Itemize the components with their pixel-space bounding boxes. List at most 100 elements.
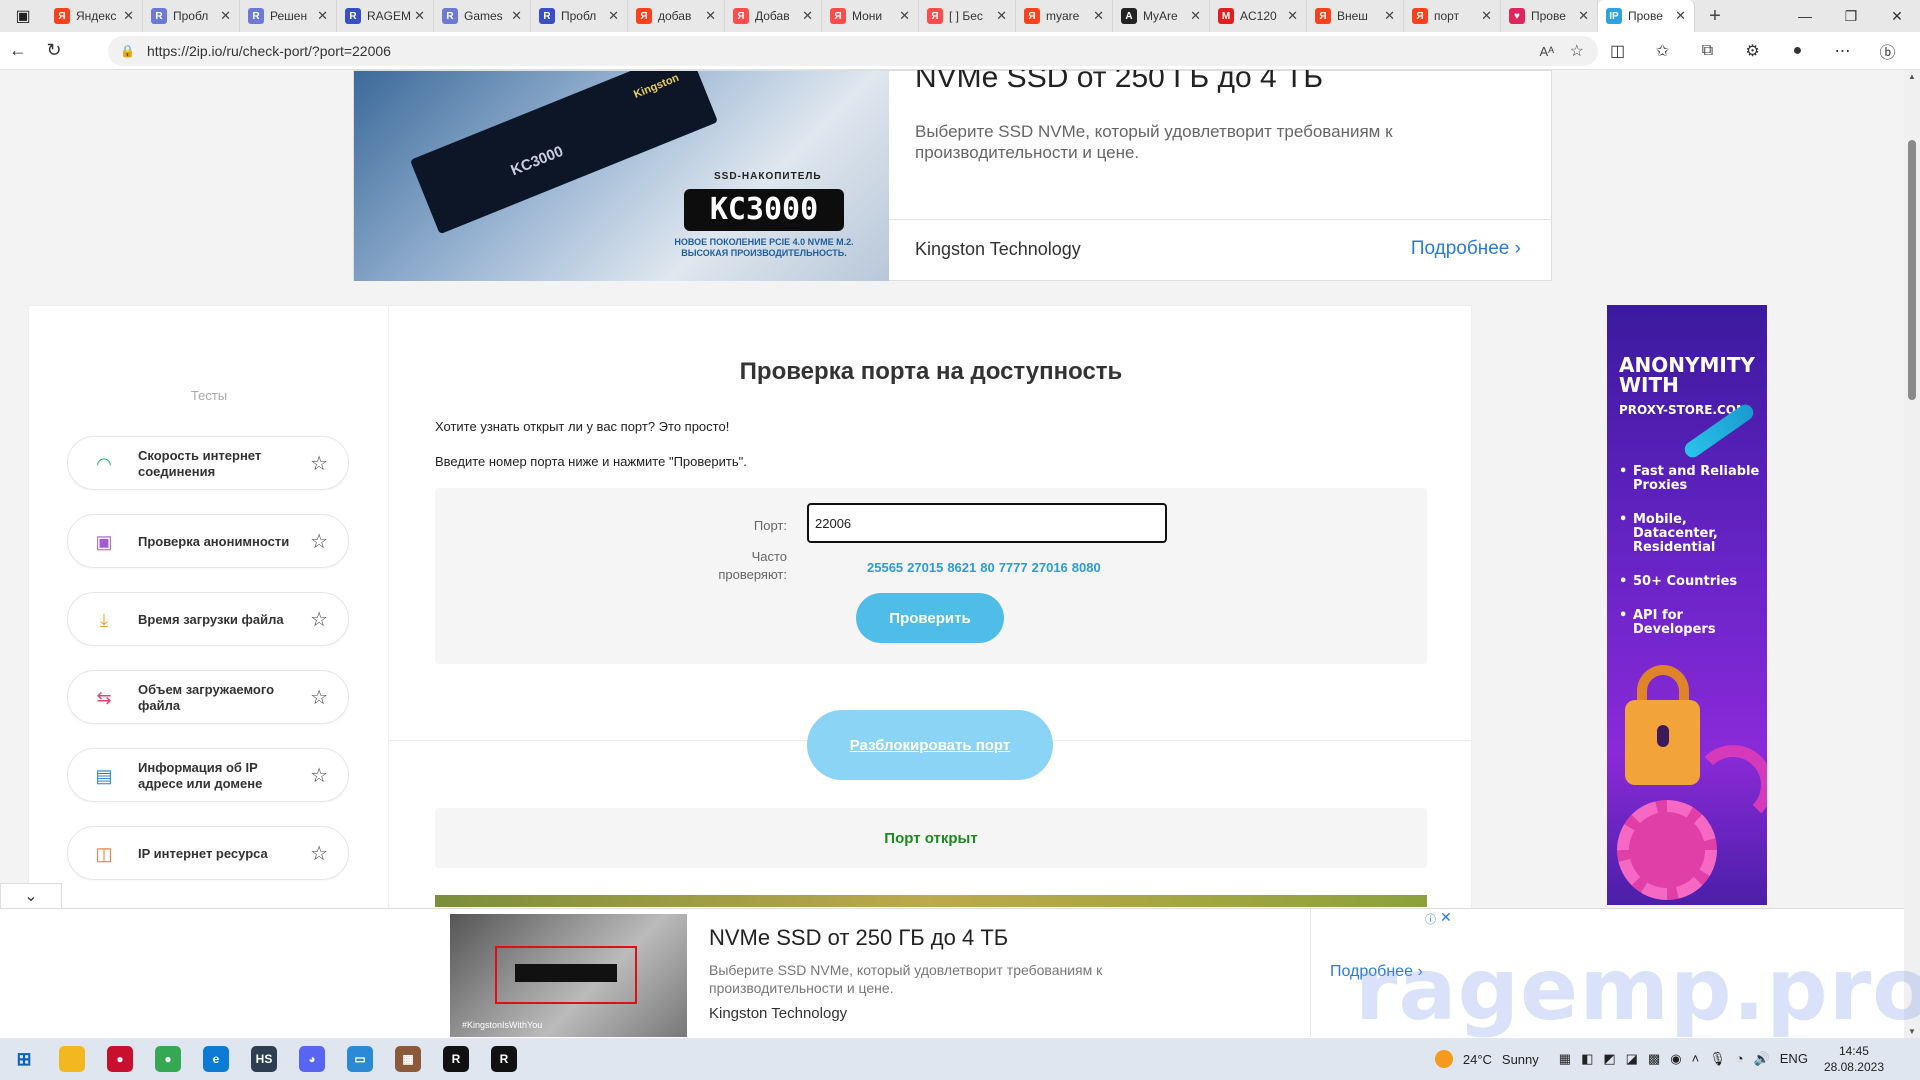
lock-icon[interactable]: 🔒	[120, 44, 135, 58]
split-screen-icon[interactable]: ◫	[1595, 35, 1640, 67]
box-app-icon[interactable]: ▦	[384, 1038, 432, 1080]
close-tab-icon[interactable]: ✕	[1578, 8, 1589, 24]
browser-tab[interactable]: Я Внеш ✕	[1307, 0, 1404, 32]
chrome-icon[interactable]: ●	[144, 1038, 192, 1080]
collapse-ad-button[interactable]: ⌄	[0, 883, 62, 909]
tab-actions-icon[interactable]: ▣	[0, 0, 46, 32]
restore-icon[interactable]: ❐	[1828, 0, 1874, 32]
close-tab-icon[interactable]: ✕	[899, 8, 910, 24]
tray-app-icon[interactable]: ◪	[1626, 1051, 1638, 1067]
close-window-icon[interactable]: ✕	[1874, 0, 1920, 32]
often-port-link[interactable]: 8621	[947, 560, 976, 575]
tray-app-icon[interactable]: ◩	[1603, 1051, 1615, 1067]
close-tab-icon[interactable]: ✕	[608, 8, 619, 24]
close-tab-icon[interactable]: ✕	[414, 8, 425, 24]
browser-tab[interactable]: Я [ ] Бес ✕	[919, 0, 1016, 32]
browser-tab[interactable]: Я Добав ✕	[725, 0, 822, 32]
ad-title[interactable]: NVMe SSD от 250 ГБ до 4 ТБ	[915, 70, 1323, 95]
browser-tab[interactable]: R Решен ✕	[240, 0, 337, 32]
browser-tab[interactable]: R Пробл ✕	[143, 0, 240, 32]
page-scrollbar[interactable]: ▲ ▼	[1904, 70, 1920, 1038]
bottom-ad-title[interactable]: NVMe SSD от 250 ГБ до 4 ТБ	[709, 925, 1008, 951]
close-tab-icon[interactable]: ✕	[1287, 8, 1298, 24]
close-tab-icon[interactable]: ✕	[317, 8, 328, 24]
browser-tab[interactable]: IP Прове ✕	[1598, 0, 1695, 32]
steam-icon[interactable]: ◉	[1670, 1051, 1681, 1067]
star-icon[interactable]: ☆	[310, 841, 328, 866]
often-port-link[interactable]: 7777	[999, 560, 1028, 575]
clock[interactable]: 14:45 28.08.2023	[1824, 1043, 1884, 1075]
refresh-icon[interactable]: ↻	[36, 35, 72, 67]
ad-image[interactable]: Kingston KC3000 SSD-НАКОПИТЕЛЬ KC3000 НО…	[354, 71, 889, 281]
rockstar-icon[interactable]: R	[432, 1038, 480, 1080]
star-icon[interactable]: ☆	[310, 529, 328, 554]
close-tab-icon[interactable]: ✕	[1093, 8, 1104, 24]
close-tab-icon[interactable]: ✕	[1481, 8, 1492, 24]
browser-tab[interactable]: R RAGEM ✕	[337, 0, 434, 32]
tray-app-icon[interactable]: ◧	[1581, 1051, 1593, 1067]
browser-tab[interactable]: Яmyare ✕	[1016, 0, 1113, 32]
inline-ad-banner[interactable]	[435, 895, 1427, 907]
star-icon[interactable]: ☆	[310, 763, 328, 788]
close-tab-icon[interactable]: ✕	[1675, 8, 1686, 24]
browser-tab[interactable]: Ядобав ✕	[628, 0, 725, 32]
back-icon[interactable]: ←	[0, 35, 36, 67]
browser-tab[interactable]: Я Мони ✕	[822, 0, 919, 32]
often-port-link[interactable]: 27016	[1032, 560, 1068, 575]
favorite-star-icon[interactable]: ☆	[1570, 41, 1584, 61]
browser-tab[interactable]: M AC120 ✕	[1210, 0, 1307, 32]
close-tab-icon[interactable]: ✕	[220, 8, 231, 24]
close-tab-icon[interactable]: ✕	[1384, 8, 1395, 24]
address-bar[interactable]: 🔒 https://2ip.io/ru/check-port/?port=220…	[108, 36, 1598, 66]
read-aloud-icon[interactable]: Aᴬ	[1539, 44, 1554, 59]
browser-tab[interactable]: ♥ Прове ✕	[1501, 0, 1598, 32]
right-advertisement[interactable]: ANONYMITY WITH PROXY-STORE.COM Fast and …	[1607, 305, 1767, 905]
tray-app-icon[interactable]: ▦	[1559, 1051, 1571, 1067]
sidebar-item[interactable]: ◫ IP интернет ресурса ☆	[67, 826, 349, 880]
often-port-link[interactable]: 80	[980, 560, 994, 575]
sidebar-item[interactable]: ⤓ Время загрузки файла ☆	[67, 592, 349, 646]
app-red-icon[interactable]: ●	[96, 1038, 144, 1080]
file-explorer-icon[interactable]	[48, 1038, 96, 1080]
ad-more-link[interactable]: Подробнее ›	[1411, 238, 1521, 260]
top-advertisement[interactable]: Kingston KC3000 SSD-НАКОПИТЕЛЬ KC3000 НО…	[353, 70, 1552, 281]
sidebar-item[interactable]: ▣ Проверка анонимности ☆	[67, 514, 349, 568]
star-icon[interactable]: ☆	[310, 607, 328, 632]
ad-info-icon[interactable]: ⓘ	[1425, 911, 1436, 927]
sidebar-item[interactable]: ⇆ Объем загружаемого файла ☆	[67, 670, 349, 724]
often-port-link[interactable]: 8080	[1072, 560, 1101, 575]
discord-icon[interactable]: ◕	[288, 1038, 336, 1080]
often-port-link[interactable]: 25565	[867, 560, 903, 575]
port-input[interactable]	[807, 503, 1167, 543]
bottom-ad-image[interactable]: #KingstonIsWithYou	[450, 914, 687, 1037]
close-tab-icon[interactable]: ✕	[1190, 8, 1201, 24]
close-tab-icon[interactable]: ✕	[802, 8, 813, 24]
weather-widget[interactable]: 24°C Sunny	[1434, 1050, 1539, 1068]
remote-desktop-icon[interactable]: ▭	[336, 1038, 384, 1080]
close-tab-icon[interactable]: ✕	[996, 8, 1007, 24]
language-indicator[interactable]: ENG	[1780, 1051, 1808, 1067]
nvidia-icon[interactable]: ▩	[1648, 1051, 1660, 1067]
bing-icon[interactable]: ⓑ	[1865, 35, 1910, 67]
favorites-icon[interactable]: ✩	[1640, 35, 1685, 67]
browser-tab[interactable]: Я Яндекс ✕	[46, 0, 143, 32]
browser-tab[interactable]: R Пробл ✕	[531, 0, 628, 32]
volume-icon[interactable]: 🔊	[1754, 1051, 1770, 1067]
sidebar-item[interactable]: ◠ Скорость интернет соединения ☆	[67, 436, 349, 490]
star-icon[interactable]: ☆	[310, 685, 328, 710]
minimize-icon[interactable]: —	[1782, 0, 1828, 32]
tray-overflow-icon[interactable]: ˄	[1692, 1051, 1700, 1067]
unblock-port-button[interactable]: Разблокировать порт	[807, 710, 1053, 780]
star-icon[interactable]: ☆	[310, 451, 328, 476]
edge-icon[interactable]: e	[192, 1038, 240, 1080]
microphone-icon[interactable]: 🎙	[1709, 1051, 1726, 1067]
more-menu-icon[interactable]: ⋯	[1820, 35, 1865, 67]
sidebar-item[interactable]: ▤ Информация об IP адресе или домене ☆	[67, 748, 349, 802]
extensions-icon[interactable]: ⚙	[1730, 35, 1775, 67]
close-tab-icon[interactable]: ✕	[511, 8, 522, 24]
ad-close-icon[interactable]: ✕	[1440, 909, 1452, 926]
start-button[interactable]: ⊞	[0, 1038, 48, 1080]
new-tab-button[interactable]: +	[1695, 5, 1735, 28]
browser-tab[interactable]: R Games ✕	[434, 0, 531, 32]
scrollbar-thumb[interactable]	[1908, 140, 1916, 400]
